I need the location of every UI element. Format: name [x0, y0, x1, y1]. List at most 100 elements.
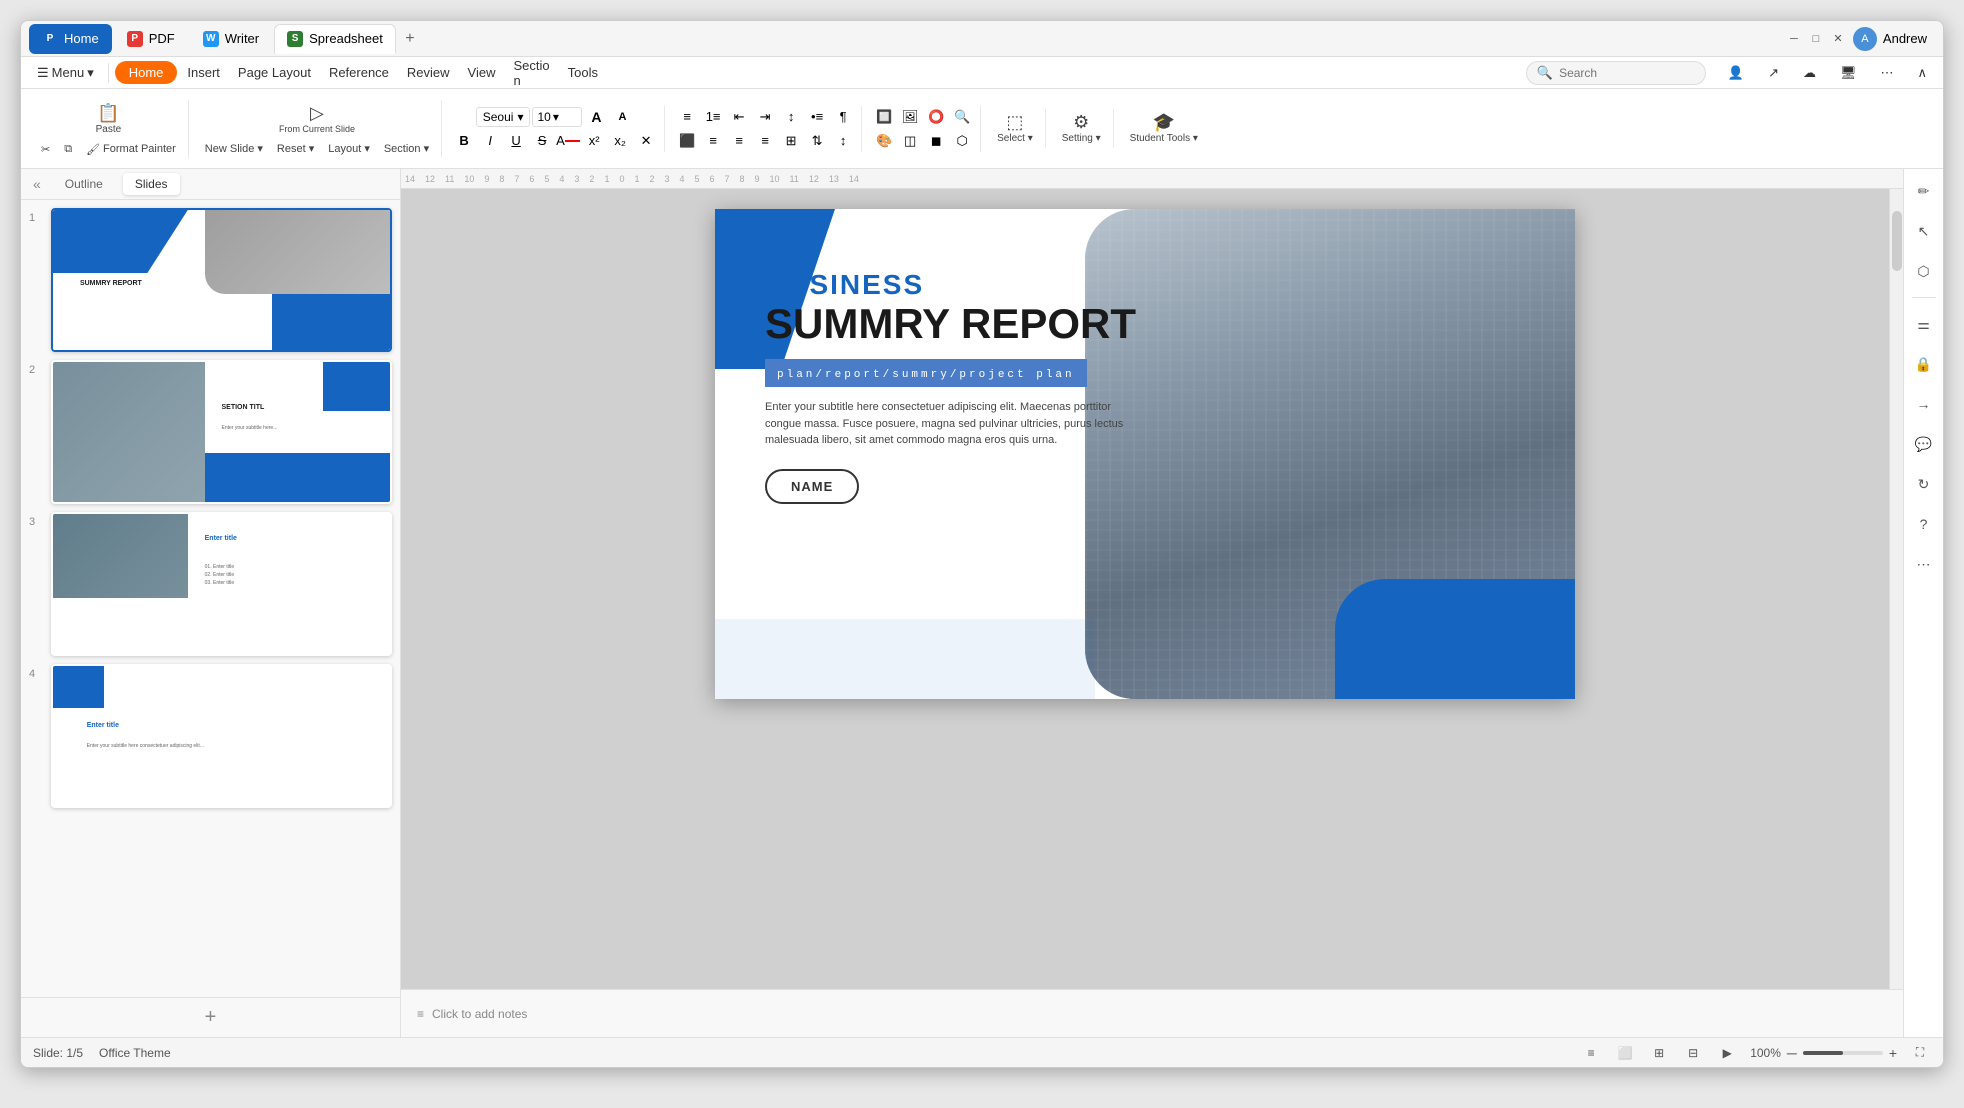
underline-button[interactable]: U [504, 130, 528, 152]
list-item[interactable]: 4 Enter title Enter your subtitle here c… [29, 664, 392, 808]
list-item[interactable]: 1 BUSINESS SUMMRY REPORT [29, 208, 392, 352]
slide-thumb-2[interactable]: SETION TITL Enter your subtitle here... [51, 360, 392, 504]
tools-menu-item[interactable]: Tools [560, 61, 606, 84]
shadow-button[interactable]: ◼ [924, 130, 948, 152]
bullet-list-button[interactable]: ≡ [675, 106, 699, 128]
align-right-button[interactable]: ≡ [727, 130, 751, 152]
justify-button[interactable]: ≡ [753, 130, 777, 152]
decrease-indent-button[interactable]: ⇤ [727, 106, 751, 128]
minimize-button[interactable]: ─ [1787, 32, 1801, 46]
tab-writer[interactable]: W Writer [190, 24, 272, 54]
home-menu-item[interactable]: Home [115, 61, 178, 84]
arrow-right-icon[interactable]: → [1910, 390, 1938, 418]
font-selector[interactable]: Seoui ▾ [476, 107, 531, 127]
slide-thumb-3[interactable]: Enter title 01. Enter title02. Enter tit… [51, 512, 392, 656]
border-button[interactable]: ◫ [898, 130, 922, 152]
shapes-icon[interactable]: ⬡ [1910, 257, 1938, 285]
italic-button[interactable]: I [478, 130, 502, 152]
fullscreen-icon[interactable]: ⛶ [1909, 1042, 1931, 1064]
zoom-slider[interactable] [1803, 1051, 1883, 1055]
cloud-icon[interactable]: ☁ [1795, 61, 1824, 85]
format-painter-button[interactable]: 🖌 Format Painter [80, 141, 182, 158]
search-input[interactable] [1559, 66, 1689, 80]
review-menu-item[interactable]: Review [399, 61, 458, 84]
slide-thumb-1[interactable]: BUSINESS SUMMRY REPORT [51, 208, 392, 352]
comment-icon[interactable]: 💬 [1910, 430, 1938, 458]
shrink-font-button[interactable]: A [610, 106, 634, 128]
align-center-button[interactable]: ≡ [701, 130, 725, 152]
bullets-button[interactable]: •≡ [805, 106, 829, 128]
shapes-button[interactable]: ⭕ [924, 106, 948, 128]
tab-spreadsheet[interactable]: S Spreadsheet [274, 24, 396, 54]
maximize-button[interactable]: □ [1809, 32, 1823, 46]
notes-area[interactable]: ≡ Click to add notes [401, 989, 1903, 1037]
line-spacing-button[interactable]: ↕ [779, 106, 803, 128]
list-item[interactable]: 2 SETION TITL Enter your subtitle here..… [29, 360, 392, 504]
help-icon[interactable]: ? [1910, 510, 1938, 538]
paste-button[interactable]: 📋 Paste [90, 100, 128, 139]
zoom-button[interactable]: 🔍 [950, 106, 974, 128]
reference-menu-item[interactable]: Reference [321, 61, 397, 84]
share-icon[interactable]: ↗ [1760, 61, 1787, 85]
notes-placeholder[interactable]: Click to add notes [432, 1007, 527, 1021]
scroll-thumb[interactable] [1892, 211, 1902, 271]
grow-font-button[interactable]: A [584, 106, 608, 128]
screen-icon[interactable]: 🖥 [1832, 61, 1865, 85]
shape-fill-button[interactable]: 🔲 [872, 106, 896, 128]
tab-presentation[interactable]: P Home [29, 24, 112, 54]
layout-button[interactable]: Layout ▾ [322, 140, 376, 157]
subscript-button[interactable]: x₂ [608, 130, 632, 152]
cut-button[interactable]: ✂ [35, 141, 56, 158]
hamburger-menu[interactable]: ☰ Menu ▾ [29, 61, 102, 85]
cursor-icon[interactable]: ↖ [1910, 217, 1938, 245]
font-color-button[interactable]: A [556, 130, 580, 152]
slide-canvas[interactable]: BUSINESS SUMMRY REPORT plan/report/summr… [715, 209, 1575, 699]
line-spacing2-button[interactable]: ↕ [831, 130, 855, 152]
share-right-icon[interactable]: ↻ [1910, 470, 1938, 498]
normal-view-icon[interactable]: ⬜ [1614, 1042, 1636, 1064]
outline-tab[interactable]: Outline [53, 173, 115, 195]
view-menu-item[interactable]: View [460, 61, 504, 84]
student-tools-button[interactable]: 🎓 Student Tools ▾ [1124, 109, 1204, 148]
pencil-icon[interactable]: ✏ [1910, 177, 1938, 205]
insert-menu-item[interactable]: Insert [179, 61, 228, 84]
list-view-icon[interactable]: ≡ [1580, 1042, 1602, 1064]
draw-fill-button[interactable]: 🎨 [872, 130, 896, 152]
grid-view-icon[interactable]: ⊞ [1648, 1042, 1670, 1064]
more-right-icon[interactable]: ⋯ [1910, 550, 1938, 578]
user-icon[interactable]: 👤 [1720, 61, 1752, 85]
search-box[interactable]: 🔍 [1526, 61, 1706, 85]
filter-icon[interactable]: ⚌ [1910, 310, 1938, 338]
section-menu-item[interactable]: Section [506, 54, 558, 92]
vertical-scrollbar[interactable] [1889, 189, 1903, 989]
lock-icon[interactable]: 🔒 [1910, 350, 1938, 378]
tab-pdf[interactable]: P PDF [114, 24, 188, 54]
reset-button[interactable]: Reset ▾ [271, 140, 320, 157]
list-item[interactable]: 3 Enter title 01. Enter title02. Enter t… [29, 512, 392, 656]
increase-indent-button[interactable]: ⇥ [753, 106, 777, 128]
superscript-button[interactable]: x² [582, 130, 606, 152]
zoom-plus-button[interactable]: + [1889, 1045, 1897, 1061]
close-button[interactable]: ✕ [1831, 32, 1845, 46]
canvas-scroll[interactable]: BUSINESS SUMMRY REPORT plan/report/summr… [401, 189, 1889, 989]
add-tab-button[interactable]: + [398, 27, 422, 51]
notes-view-icon[interactable]: ⊟ [1682, 1042, 1704, 1064]
slides-tab[interactable]: Slides [123, 173, 180, 195]
setting-button[interactable]: ⚙ Setting ▾ [1056, 109, 1107, 148]
more-icon[interactable]: ⋯ [1872, 61, 1901, 85]
columns-button[interactable]: ⊞ [779, 130, 803, 152]
new-slide-button[interactable]: New Slide ▾ [199, 140, 269, 157]
numbered-list-button[interactable]: 1≡ [701, 106, 725, 128]
slide-name-button[interactable]: NAME [765, 469, 859, 504]
slide-thumb-4[interactable]: Enter title Enter your subtitle here con… [51, 664, 392, 808]
strikethrough-button[interactable]: S [530, 130, 554, 152]
add-slide-button[interactable]: + [21, 997, 400, 1037]
bold-button[interactable]: B [452, 130, 476, 152]
copy-button[interactable]: ⧉ [58, 141, 78, 158]
effects-button[interactable]: ⬡ [950, 130, 974, 152]
zoom-minus-button[interactable]: ─ [1787, 1045, 1797, 1061]
direction-button[interactable]: ⇅ [805, 130, 829, 152]
from-current-button[interactable]: ▷ From Current Slide [273, 100, 361, 138]
page-layout-menu-item[interactable]: Page Layout [230, 61, 319, 84]
select-button[interactable]: ⬚ Select ▾ [991, 109, 1039, 148]
